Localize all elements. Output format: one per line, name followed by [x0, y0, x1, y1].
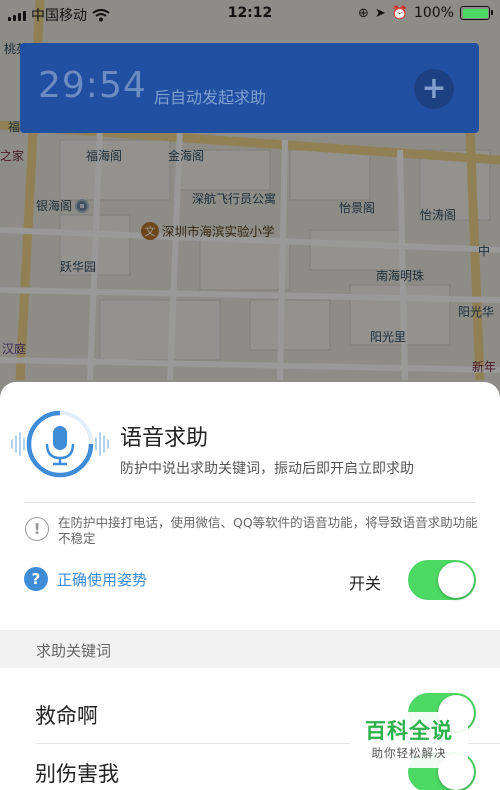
countdown-caption: 后自动发起求助: [154, 88, 267, 107]
alarm-icon: ⏰: [391, 5, 408, 21]
divider: [24, 502, 476, 503]
usage-guide-label: 正确使用姿势: [57, 570, 148, 589]
watermark-title: 百科全说: [365, 719, 453, 743]
voice-help-toggle[interactable]: [408, 560, 476, 600]
keywords-section-header: 求助关键词: [0, 630, 500, 668]
warning-icon: !: [25, 517, 49, 541]
keyword-text: 救命啊: [35, 704, 98, 728]
toggle-knob: [438, 562, 474, 598]
question-icon: ?: [24, 567, 48, 591]
feature-title: 语音求助: [120, 426, 209, 451]
watermark: 百科全说 助你轻松解决: [350, 712, 468, 768]
feature-description: 防护中说出求助关键词，振动后即开启立即求助: [120, 461, 414, 477]
location-arrow-icon: ➤: [374, 5, 386, 21]
watermark-subtitle: 助你轻松解决: [371, 746, 447, 760]
battery-icon: [460, 6, 493, 20]
warning-text: 在防护中接打电话，使用微信、QQ等软件的语音功能，将导致语音求助功能不稳定: [58, 515, 478, 546]
section-title: 求助关键词: [36, 642, 112, 660]
countdown-banner: 29:54 后自动发起求助 +: [20, 43, 479, 133]
keyword-text: 别伤害我: [35, 762, 119, 786]
battery-percent: 100%: [413, 5, 454, 21]
usage-guide-link[interactable]: ? 正确使用姿势: [24, 567, 147, 591]
battery-level: [462, 8, 488, 18]
add-button[interactable]: +: [414, 69, 454, 109]
plus-icon: +: [421, 71, 447, 106]
status-bar: 中国移动 12:12 ⊕ ➤ ⏰ 100%: [0, 0, 500, 28]
screen-lock-icon: ⊕: [357, 5, 369, 21]
microphone-icon: [11, 410, 109, 478]
switch-label: 开关: [349, 574, 382, 593]
countdown-timer: 29:54: [38, 65, 147, 106]
